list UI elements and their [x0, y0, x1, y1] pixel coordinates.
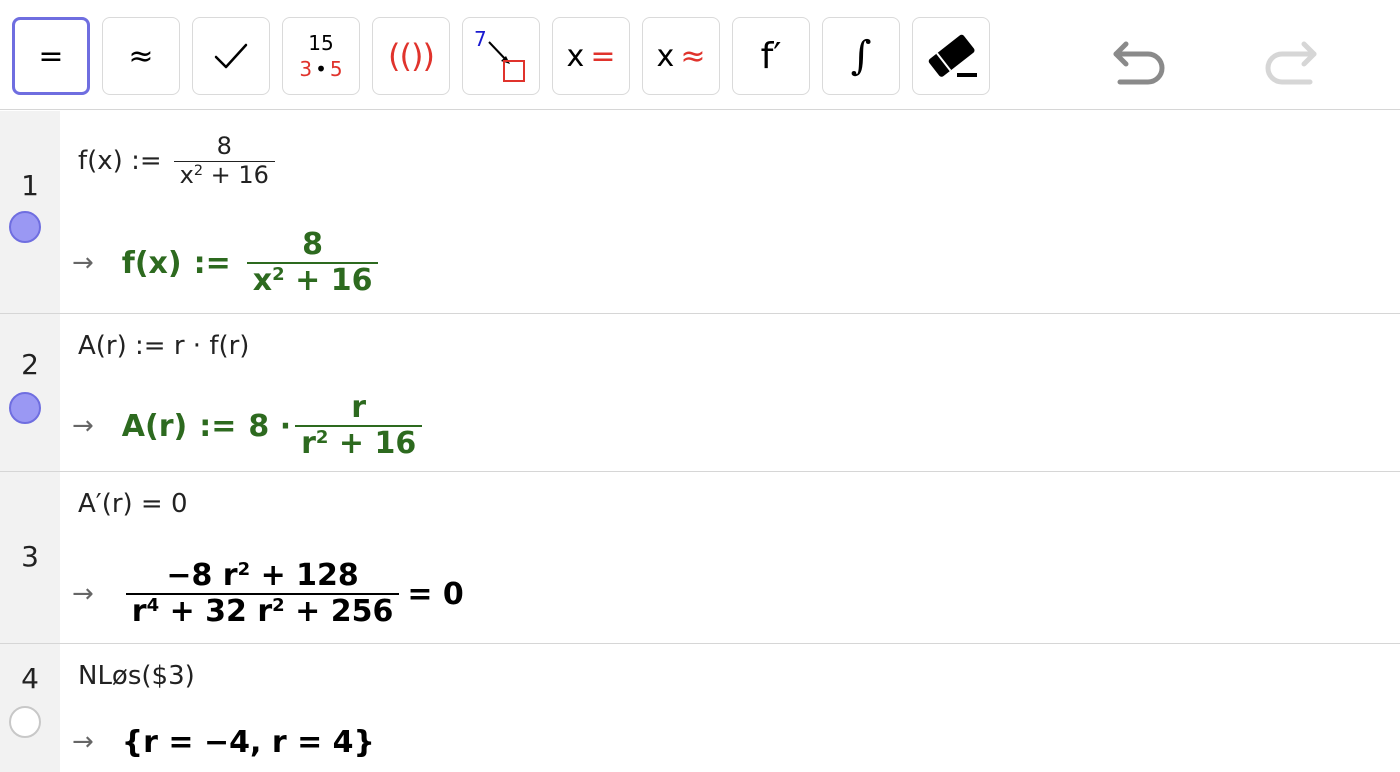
input-fraction: 8 x2 + 16: [173, 132, 275, 189]
checkmark-icon: [214, 43, 248, 69]
approx-icon: ≈: [128, 38, 154, 74]
cas-toolbar: = ≈ 15 3 • 5 (()) 7 x = x ≈ f′ ∫: [0, 0, 1400, 110]
undo-button[interactable]: [1110, 40, 1168, 94]
expand-button[interactable]: (()): [372, 17, 450, 95]
solve-numerically-button[interactable]: x ≈: [642, 17, 720, 95]
output-fraction: r r2 + 16: [295, 390, 423, 462]
visibility-marble[interactable]: [9, 392, 41, 424]
visibility-marble[interactable]: [9, 706, 41, 738]
cas-row-2[interactable]: 2 A(r) := r · f(r) → A(r) := 8 · r r2 + …: [0, 314, 1400, 472]
row-number: 4: [21, 662, 39, 695]
row-input[interactable]: A(r) := r · f(r): [78, 328, 249, 364]
integral-button[interactable]: ∫: [822, 17, 900, 95]
solve-button[interactable]: x =: [552, 17, 630, 95]
solve-icon: x =: [566, 38, 616, 74]
expand-icon: (()): [388, 37, 435, 75]
factor-button[interactable]: 15 3 • 5: [282, 17, 360, 95]
cas-row-1[interactable]: 1 f(x) := 8 x2 + 16 → f(x) := 8 x2 + 16: [0, 111, 1400, 314]
redo-button[interactable]: [1262, 40, 1320, 94]
factor-icon: 15 3 • 5: [299, 31, 343, 81]
row-number: 3: [21, 540, 39, 573]
nsolve-icon: x ≈: [656, 38, 706, 74]
row-output: → f(x) := 8 x2 + 16: [72, 223, 382, 303]
row-output: → {r = −4, r = 4}: [72, 724, 375, 760]
undo-icon: [1113, 41, 1165, 85]
evaluate-button[interactable]: =: [12, 17, 90, 95]
cas-row-4[interactable]: 4 NLøs($3) → {r = −4, r = 4}: [0, 644, 1400, 772]
row-output: → A(r) := 8 · r r2 + 16: [72, 386, 426, 466]
output-fraction: −8 r2 + 128 r4 + 32 r2 + 256: [125, 558, 400, 630]
substitute-icon: 7: [474, 27, 525, 82]
row-number: 1: [21, 169, 39, 202]
row-number: 2: [21, 348, 39, 381]
output-fraction: 8 x2 + 16: [246, 227, 379, 299]
output-arrow-icon: →: [72, 579, 94, 609]
eraser-icon: [928, 34, 977, 77]
cas-row-3[interactable]: 3 A′(r) = 0 → −8 r2 + 128 r4 + 32 r2 + 2…: [0, 472, 1400, 644]
row-output: → −8 r2 + 128 r4 + 32 r2 + 256 = 0: [72, 557, 464, 630]
equals-icon: =: [38, 38, 64, 74]
numeric-button[interactable]: ≈: [102, 17, 180, 95]
redo-icon: [1265, 41, 1317, 85]
row-input[interactable]: NLøs($3): [78, 658, 195, 694]
output-arrow-icon: →: [72, 248, 94, 278]
keep-input-button[interactable]: [192, 17, 270, 95]
substitute-button[interactable]: 7: [462, 17, 540, 95]
row-input[interactable]: f(x) := 8 x2 + 16: [78, 121, 279, 201]
delete-button[interactable]: [912, 17, 990, 95]
svg-text:7: 7: [474, 27, 487, 51]
output-arrow-icon: →: [72, 727, 94, 757]
derivative-icon: f′: [760, 35, 782, 77]
output-arrow-icon: →: [72, 411, 94, 441]
derivative-button[interactable]: f′: [732, 17, 810, 95]
integral-icon: ∫: [850, 33, 872, 79]
row-input[interactable]: A′(r) = 0: [78, 486, 188, 522]
visibility-marble[interactable]: [9, 211, 41, 243]
